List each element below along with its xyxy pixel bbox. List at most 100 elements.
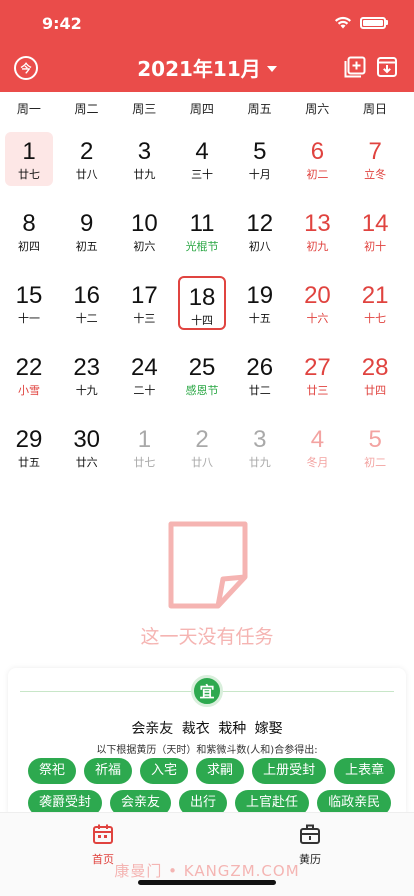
day-box[interactable]: 20 十六	[293, 276, 341, 330]
calendar-day-cell[interactable]: 2 廿八	[58, 130, 116, 202]
calendar-day-cell[interactable]: 22 小雪	[0, 346, 58, 418]
calendar-day-cell[interactable]: 3 廿九	[231, 418, 289, 490]
month-title[interactable]: 2021年11月	[137, 53, 261, 82]
calendar-day-cell[interactable]: 30 廿六	[58, 418, 116, 490]
day-box[interactable]: 26 廿二	[236, 348, 284, 402]
calendar-day-cell[interactable]: 20 十六	[288, 274, 346, 346]
add-calendar-icon	[344, 56, 366, 78]
download-button[interactable]	[376, 56, 398, 78]
yi-tag[interactable]: 求嗣	[196, 758, 245, 784]
day-box[interactable]: 5 初二	[351, 420, 399, 474]
day-box[interactable]: 16 十二	[63, 276, 111, 330]
yi-tag[interactable]: 入宅	[140, 758, 189, 784]
calendar-day-cell[interactable]: 4 冬月	[288, 418, 346, 490]
almanac-card[interactable]: 宜 会亲友 裁衣 栽种 嫁娶 以下根据黄历（天时）和紫微斗数(人和)合参得出: …	[8, 668, 406, 818]
day-box[interactable]: 4 冬月	[293, 420, 341, 474]
calendar-day-cell[interactable]: 10 初六	[115, 202, 173, 274]
day-box[interactable]: 12 初八	[236, 204, 284, 258]
day-box[interactable]: 13 初九	[293, 204, 341, 258]
yi-tag[interactable]: 上册受封	[252, 758, 327, 784]
calendar-day-cell[interactable]: 28 廿四	[346, 346, 404, 418]
add-task-button[interactable]	[344, 56, 366, 78]
calendar-day-cell[interactable]: 6 初二	[288, 130, 346, 202]
calendar-day-cell[interactable]: 11 光棍节	[173, 202, 231, 274]
day-number: 13	[304, 210, 331, 237]
calendar-day-cell[interactable]: 12 初八	[231, 202, 289, 274]
lunar-date: 十月	[248, 168, 271, 181]
calendar-day-cell[interactable]: 16 十二	[58, 274, 116, 346]
day-number: 18	[188, 284, 216, 311]
calendar-day-cell[interactable]: 4 三十	[173, 130, 231, 202]
calendar-day-cell[interactable]: 3 廿九	[115, 130, 173, 202]
calendar-day-cell[interactable]: 13 初九	[288, 202, 346, 274]
calendar-day-cell[interactable]: 15 十一	[0, 274, 58, 346]
day-box[interactable]: 23 十九	[63, 348, 111, 402]
day-box[interactable]: 27 廿三	[293, 348, 341, 402]
day-box[interactable]: 5 十月	[236, 132, 284, 186]
day-box[interactable]: 10 初六	[120, 204, 168, 258]
today-highlight[interactable]: 1 廿七	[5, 132, 53, 186]
calendar-day-cell[interactable]: 2 廿八	[173, 418, 231, 490]
calendar-day-cell[interactable]: 25 感恩节	[173, 346, 231, 418]
day-box[interactable]: 7 立冬	[351, 132, 399, 186]
day-box[interactable]: 3 廿九	[120, 132, 168, 186]
calendar-day-cell[interactable]: 26 廿二	[231, 346, 289, 418]
day-box[interactable]: 3 廿九	[236, 420, 284, 474]
day-box[interactable]: 28 廿四	[351, 348, 399, 402]
day-box[interactable]: 19 十五	[236, 276, 284, 330]
calendar-day-cell[interactable]: 5 初二	[346, 418, 404, 490]
calendar-day-cell[interactable]: 5 十月	[231, 130, 289, 202]
calendar-day-cell[interactable]: 19 十五	[231, 274, 289, 346]
lunar-date: 廿二	[248, 384, 271, 397]
day-box[interactable]: 30 廿六	[63, 420, 111, 474]
calendar-day-cell[interactable]: 1 廿七	[115, 418, 173, 490]
day-number: 11	[189, 210, 215, 237]
day-number: 23	[73, 354, 101, 381]
yi-tag[interactable]: 上表章	[334, 758, 396, 784]
calendar-day-cell[interactable]: 21 十七	[346, 274, 404, 346]
calendar-day-cell[interactable]: 8 初四	[0, 202, 58, 274]
day-number: 3	[253, 426, 267, 453]
day-box[interactable]: 8 初四	[5, 204, 53, 258]
yi-tag[interactable]: 祈福	[84, 758, 133, 784]
day-number: 30	[73, 426, 101, 453]
day-box[interactable]: 24 二十	[120, 348, 168, 402]
calendar-day-cell[interactable]: 1 廿七	[0, 130, 58, 202]
calendar-day-cell[interactable]: 14 初十	[346, 202, 404, 274]
day-box[interactable]: 9 初五	[63, 204, 111, 258]
day-box[interactable]: 14 初十	[351, 204, 399, 258]
weekday-header: 周一 周二 周三 周四 周五 周六 周日	[0, 100, 414, 124]
calendar-day-cell[interactable]: 7 立冬	[346, 130, 404, 202]
day-box[interactable]: 17 十三	[120, 276, 168, 330]
calendar-day-cell[interactable]: 17 十三	[115, 274, 173, 346]
weekday-label: 周四	[189, 102, 214, 116]
calendar-day-cell[interactable]: 9 初五	[58, 202, 116, 274]
lunar-date: 初九	[306, 240, 329, 253]
lunar-date: 初六	[133, 240, 156, 253]
calendar-day-cell[interactable]: 18 十四	[173, 274, 231, 346]
day-box[interactable]: 6 初二	[293, 132, 341, 186]
selected-day[interactable]: 18 十四	[178, 276, 227, 330]
yi-tag[interactable]: 祭祀	[28, 758, 77, 784]
header-bar: 9:42 今 2021年11月	[0, 0, 414, 92]
day-box[interactable]: 1 廿七	[120, 420, 168, 474]
day-box[interactable]: 4 三十	[178, 132, 226, 186]
day-box[interactable]: 15 十一	[5, 276, 53, 330]
calendar-day-cell[interactable]: 24 二十	[115, 346, 173, 418]
day-box[interactable]: 2 廿八	[63, 132, 111, 186]
day-box[interactable]: 25 感恩节	[178, 348, 226, 402]
calendar-day-cell[interactable]: 27 廿三	[288, 346, 346, 418]
day-number: 25	[188, 354, 216, 381]
yi-badge: 宜	[191, 675, 223, 707]
calendar-week-row: 29 廿五 30 廿六 1 廿七 2 廿八 3 廿九 4 冬月 5 初二	[0, 418, 414, 490]
calendar-day-cell[interactable]: 29 廿五	[0, 418, 58, 490]
lunar-date: 廿三	[306, 384, 329, 397]
day-number: 12	[246, 210, 274, 237]
day-box[interactable]: 11 光棍节	[178, 204, 226, 258]
day-box[interactable]: 29 廿五	[5, 420, 53, 474]
day-box[interactable]: 21 十七	[351, 276, 399, 330]
calendar-day-cell[interactable]: 23 十九	[58, 346, 116, 418]
day-box[interactable]: 2 廿八	[178, 420, 226, 474]
day-box[interactable]: 22 小雪	[5, 348, 53, 402]
day-number: 4	[195, 138, 209, 165]
